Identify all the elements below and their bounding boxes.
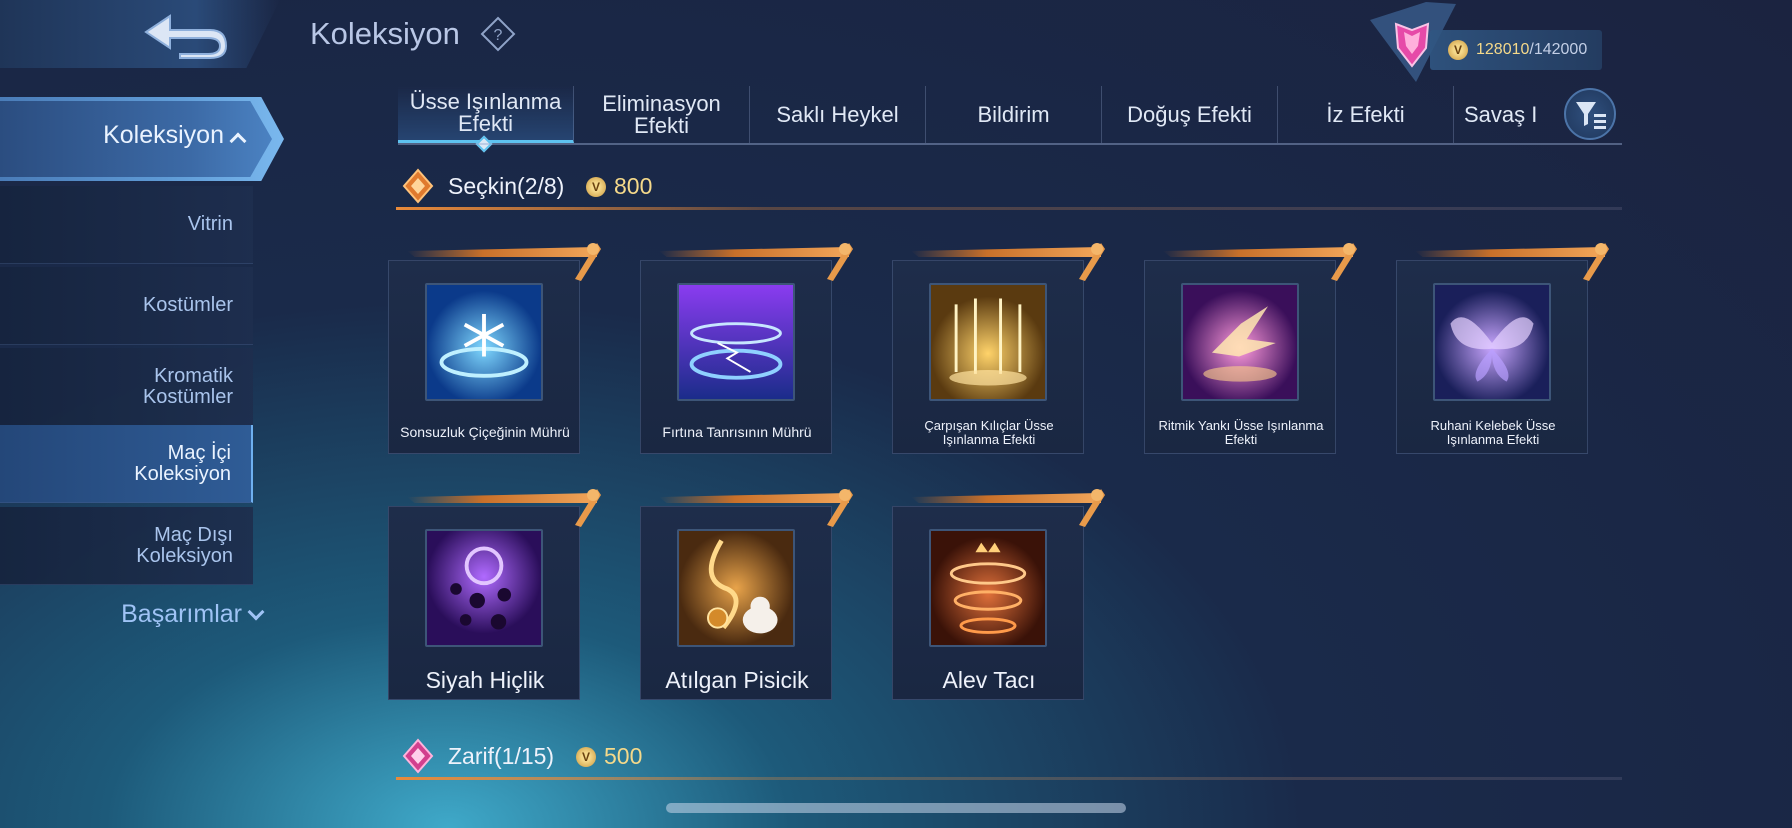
item-card[interactable]: Atılgan Pisicik bbox=[640, 489, 853, 700]
item-name: Siyah Hiçlik bbox=[425, 667, 545, 693]
storm-god-art-icon bbox=[677, 283, 795, 401]
item-name: Çarpışan Kılıçlar Üsse Işınlanma Efekti bbox=[924, 418, 1054, 447]
sidebar-item-label: Kostümler bbox=[142, 294, 233, 316]
sidebar-item-label: Maç Dışı Koleksiyon bbox=[136, 523, 233, 567]
category-tabs: Üsse Işınlanma Efekti Eliminasyon Efekti… bbox=[398, 86, 1622, 153]
corner-ornament-icon bbox=[575, 243, 601, 281]
sidebar-item-mac-disi-koleksiyon[interactable]: Maç Dışı Koleksiyon bbox=[0, 507, 253, 585]
currency-box: V 128010 /142000 bbox=[1430, 30, 1602, 70]
sidebar-item-mac-ici-koleksiyon[interactable]: Maç İçi Koleksiyon bbox=[0, 425, 253, 503]
tabs-divider bbox=[398, 143, 1622, 145]
section-price: V 800 bbox=[586, 173, 652, 200]
sidebar-item-label: Maç İçi Koleksiyon bbox=[134, 441, 231, 485]
black-void-art-icon bbox=[425, 529, 543, 647]
tab-label: Saklı Heykel bbox=[776, 101, 899, 127]
item-name: Sonsuzluk Çiçeğinin Mührü bbox=[400, 424, 570, 440]
section-underline bbox=[396, 777, 1622, 780]
dashing-kitty-art-icon bbox=[677, 529, 795, 647]
sidebar-item-kromatik-kostumler[interactable]: Kromatik Kostümler bbox=[0, 348, 253, 426]
flame-crown-art-icon bbox=[929, 529, 1047, 647]
section-underline bbox=[396, 207, 1622, 210]
infinity-flower-art-icon bbox=[425, 283, 543, 401]
chevron-down-icon bbox=[247, 603, 265, 621]
tab-iz-efekti[interactable]: İz Efekti bbox=[1278, 86, 1454, 143]
top-bar: Koleksiyon ? V 128010 /142000 bbox=[0, 0, 1792, 82]
item-name: Alev Tacı bbox=[942, 667, 1036, 693]
sidebar-item-vitrin[interactable]: Vitrin bbox=[0, 186, 253, 264]
filter-button[interactable] bbox=[1564, 88, 1616, 140]
item-card[interactable]: Alev Tacı bbox=[892, 489, 1105, 700]
tab-label: Eliminasyon Efekti bbox=[602, 90, 721, 138]
tab-dogus-efekti[interactable]: Doğuş Efekti bbox=[1102, 86, 1278, 143]
elite-tier-icon bbox=[402, 168, 434, 204]
sidebar-item-basarimlar[interactable]: Başarımlar bbox=[0, 600, 270, 629]
item-card[interactable]: Sonsuzluk Çiçeğinin Mührü bbox=[388, 243, 601, 454]
tab-label: Doğuş Efekti bbox=[1127, 101, 1252, 127]
corner-ornament-icon bbox=[827, 243, 853, 281]
help-icon[interactable]: ? bbox=[480, 16, 516, 52]
tab-sakli-heykel[interactable]: Saklı Heykel bbox=[750, 86, 926, 143]
tab-label: İz Efekti bbox=[1326, 101, 1405, 127]
rhythmic-echo-art-icon bbox=[1181, 283, 1299, 401]
coin-icon: V bbox=[586, 176, 606, 197]
item-name: Fırtına Tanrısının Mührü bbox=[662, 424, 812, 440]
graceful-tier-icon bbox=[402, 738, 434, 774]
filter-icon bbox=[1576, 102, 1606, 129]
svg-text:?: ? bbox=[494, 27, 503, 44]
tab-label: Üsse Işınlanma Efekti bbox=[409, 89, 562, 136]
sidebar-main-koleksiyon[interactable]: Koleksiyon bbox=[0, 97, 284, 181]
corner-ornament-icon bbox=[575, 489, 601, 527]
chevron-up-icon bbox=[229, 132, 247, 150]
currency-max: /142000 bbox=[1529, 41, 1588, 58]
item-card[interactable]: Çarpışan Kılıçlar Üsse Işınlanma Efekti bbox=[892, 243, 1105, 454]
coin-icon: V bbox=[1448, 40, 1468, 60]
corner-ornament-icon bbox=[1583, 243, 1609, 281]
section-header-graceful: Zarif(1/15) V 500 bbox=[396, 736, 1622, 780]
sidebar-extra-label: Başarımlar bbox=[121, 600, 242, 628]
back-button[interactable] bbox=[0, 0, 280, 68]
currency-value: 128010 bbox=[1476, 41, 1530, 58]
item-card[interactable]: Ritmik Yankı Üsse Işınlanma Efekti bbox=[1144, 243, 1357, 454]
sidebar-item-label: Kromatik Kostümler bbox=[142, 364, 233, 408]
item-card[interactable]: Siyah Hiçlik bbox=[388, 489, 601, 700]
corner-ornament-icon bbox=[1079, 243, 1105, 281]
item-card[interactable]: Ruhani Kelebek Üsse Işınlanma Efekti bbox=[1396, 243, 1609, 454]
clashing-swords-art-icon bbox=[929, 283, 1047, 401]
item-name: Atılgan Pisicik bbox=[665, 667, 809, 693]
section-header-elite: Seçkin(2/8) V 800 bbox=[396, 166, 1622, 210]
spirit-butterfly-art-icon bbox=[1433, 283, 1551, 401]
sidebar-item-label: Vitrin bbox=[187, 213, 233, 235]
corner-ornament-icon bbox=[827, 489, 853, 527]
sidebar-main-text: Koleksiyon bbox=[103, 121, 224, 149]
currency-display: V 128010 /142000 bbox=[1356, 0, 1606, 86]
back-arrow-icon bbox=[144, 14, 228, 59]
sidebar-item-kostumler[interactable]: Kostümler bbox=[0, 267, 253, 345]
corner-ornament-icon bbox=[1331, 243, 1357, 281]
section-price: V 500 bbox=[576, 743, 642, 770]
section-label: Seçkin(2/8) bbox=[448, 173, 565, 199]
tab-usse-isinlanma-efekti[interactable]: Üsse Işınlanma Efekti bbox=[398, 86, 574, 153]
item-name: Ritmik Yankı Üsse Işınlanma Efekti bbox=[1158, 418, 1324, 447]
sidebar-main-label: Koleksiyon bbox=[103, 121, 247, 150]
section-label: Zarif(1/15) bbox=[448, 743, 555, 769]
item-name: Ruhani Kelebek Üsse Işınlanma Efekti bbox=[1430, 418, 1556, 447]
tab-label: Savaş I bbox=[1464, 101, 1538, 127]
item-card[interactable]: Fırtına Tanrısının Mührü bbox=[640, 243, 853, 454]
tab-eliminasyon-efekti[interactable]: Eliminasyon Efekti bbox=[574, 86, 750, 143]
coin-icon: V bbox=[576, 746, 596, 767]
home-indicator[interactable] bbox=[666, 803, 1126, 813]
page-title: Koleksiyon bbox=[310, 16, 460, 51]
corner-ornament-icon bbox=[1079, 489, 1105, 527]
section-price-value: 800 bbox=[614, 173, 653, 199]
tab-label: Bildirim bbox=[977, 101, 1050, 127]
tab-bildirim[interactable]: Bildirim bbox=[926, 86, 1102, 143]
section-price-value: 500 bbox=[604, 743, 643, 769]
